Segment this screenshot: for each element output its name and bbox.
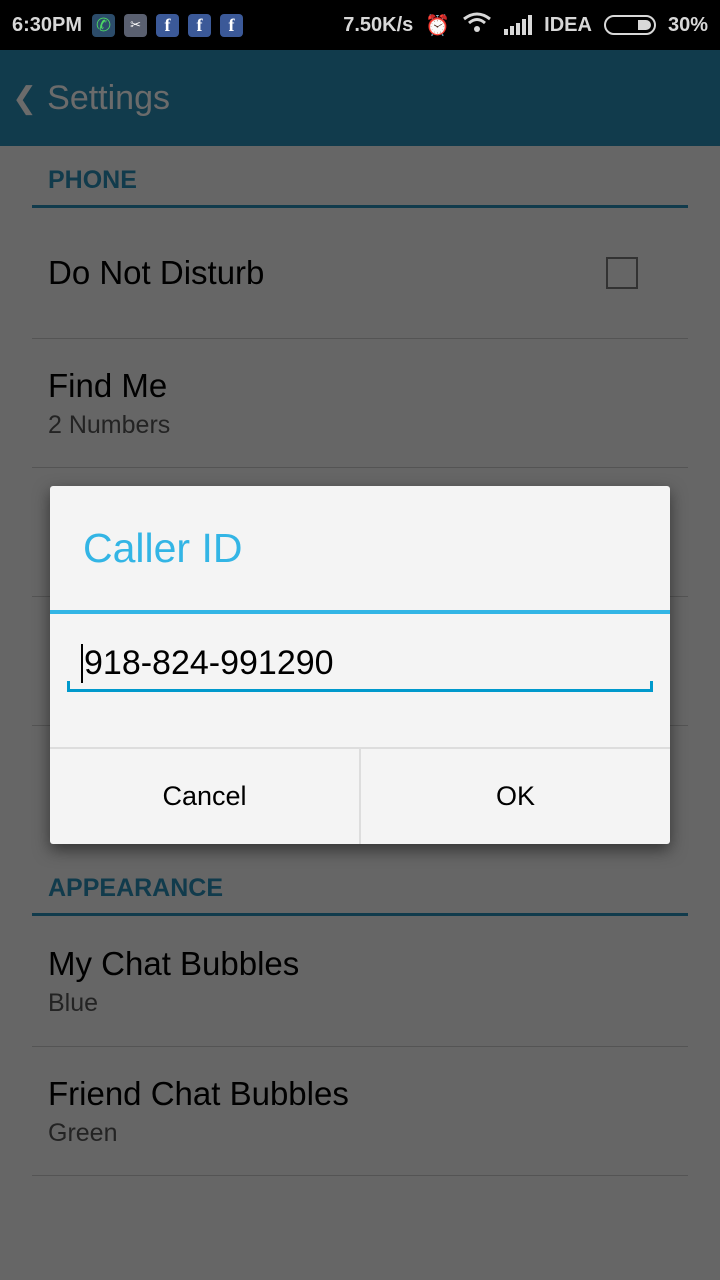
caller-id-dialog: Caller ID Cancel OK [50, 486, 670, 844]
caller-id-input[interactable] [81, 644, 641, 683]
facebook-icon: f [220, 13, 244, 37]
battery-level [637, 20, 651, 30]
signal-icon [504, 15, 533, 35]
alarm-icon: ⏰ [425, 14, 451, 37]
network-speed: 7.50K/s [343, 13, 414, 36]
carrier-name: IDEA [544, 13, 592, 36]
dialog-buttons: Cancel OK [50, 747, 670, 844]
facebook-icon: f [156, 13, 180, 37]
facebook-icon: f [188, 13, 212, 37]
status-time: 6:30PM [12, 13, 83, 36]
dialog-title: Caller ID [50, 486, 670, 614]
wifi-icon [462, 11, 492, 39]
caller-id-field [67, 644, 653, 692]
battery-percent: 30% [667, 13, 708, 36]
ok-button[interactable]: OK [359, 749, 670, 844]
cancel-button[interactable]: Cancel [50, 749, 359, 844]
battery-icon [603, 15, 656, 35]
scissors-app-icon: ✂ [124, 13, 148, 37]
status-bar: 6:30PM ✆ ✂ f f f 7.50K/s ⏰ IDEA 30% [0, 0, 720, 50]
whatsapp-icon: ✆ [92, 13, 116, 37]
